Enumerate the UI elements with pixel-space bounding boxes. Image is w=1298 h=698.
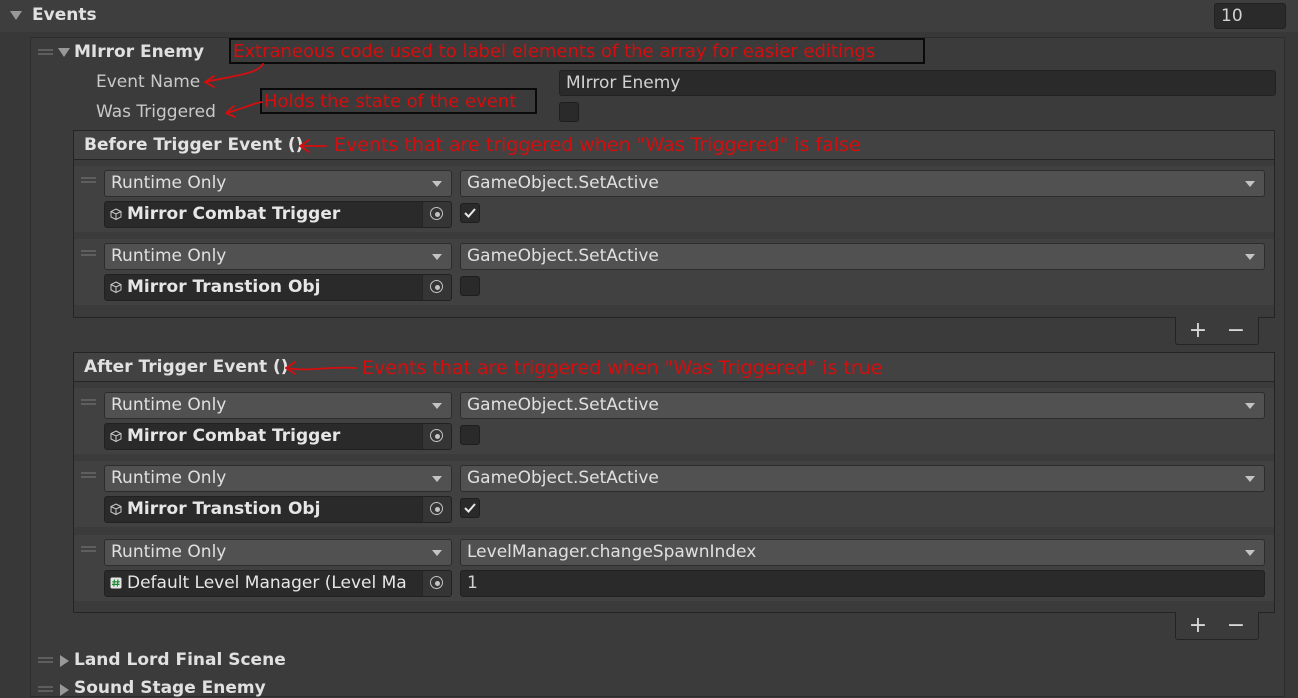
annotation-arrow bbox=[285, 366, 357, 371]
annotation-arrows bbox=[204, 63, 357, 375]
annotation-arrow bbox=[204, 63, 264, 83]
